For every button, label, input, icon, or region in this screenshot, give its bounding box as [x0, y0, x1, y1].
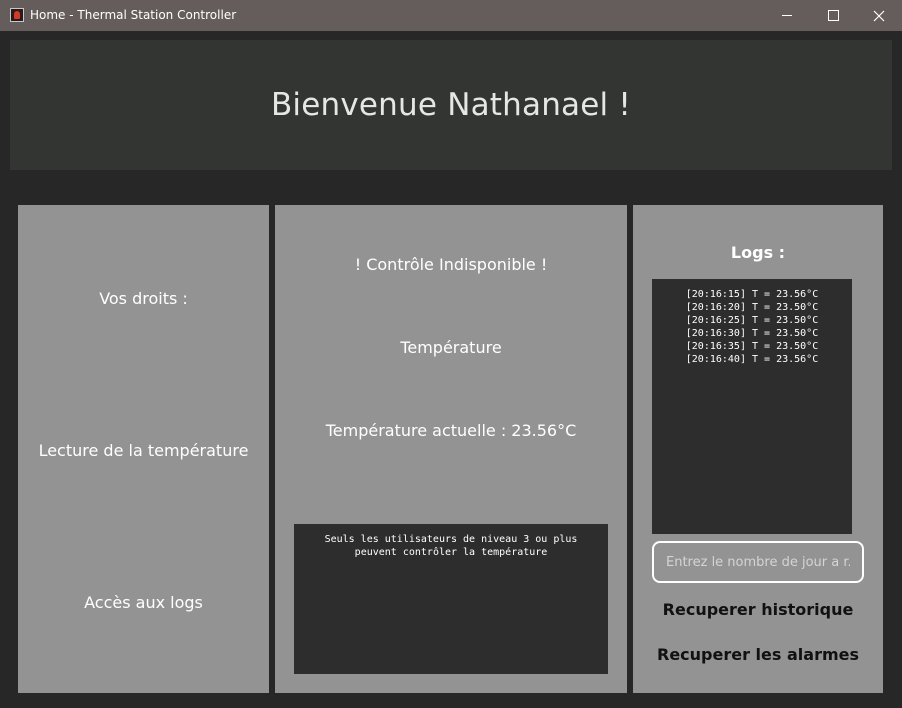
- fetch-history-button[interactable]: Recuperer historique: [633, 600, 883, 619]
- logs-title: Logs :: [730, 243, 786, 262]
- log-entry: [20:16:25] T = 23.50°C: [685, 315, 819, 326]
- welcome-heading: Bienvenue Nathanael !: [270, 87, 632, 123]
- permission-message-line: peuvent contrôler la température: [354, 547, 548, 558]
- logs-list[interactable]: [20:16:15] T = 23.56°C [20:16:20] T = 23…: [652, 279, 852, 534]
- logs-panel: Logs : [20:16:15] T = 23.56°C [20:16:20]…: [633, 205, 883, 693]
- control-status: ! Contrôle Indisponible !: [354, 255, 548, 274]
- rights-title: Vos droits :: [99, 289, 188, 308]
- right-item-temperature-read: Lecture de la température: [38, 441, 249, 460]
- minimize-icon: [782, 15, 792, 16]
- days-count-input[interactable]: [652, 541, 864, 583]
- close-button[interactable]: [856, 0, 902, 31]
- window-title: Home - Thermal Station Controller: [30, 8, 237, 22]
- rights-panel: Vos droits : Lecture de la température A…: [18, 205, 269, 693]
- temperature-section-title: Température: [400, 338, 502, 357]
- log-entry: [20:16:40] T = 23.56°C: [685, 354, 819, 365]
- log-entry: [20:16:20] T = 23.50°C: [685, 302, 819, 313]
- maximize-button[interactable]: [810, 0, 856, 31]
- control-panel: ! Contrôle Indisponible ! Température Te…: [275, 205, 627, 693]
- permission-message-box: Seuls les utilisateurs de niveau 3 ou pl…: [294, 524, 608, 674]
- permission-message-line: Seuls les utilisateurs de niveau 3 ou pl…: [324, 534, 578, 545]
- title-bar[interactable]: Home - Thermal Station Controller: [0, 0, 902, 31]
- fetch-alarms-button[interactable]: Recuperer les alarmes: [633, 645, 883, 664]
- app-thermometer-icon: [10, 8, 24, 22]
- log-entry: [20:16:35] T = 23.50°C: [685, 341, 819, 352]
- log-entry: [20:16:15] T = 23.56°C: [685, 289, 819, 300]
- log-entry: [20:16:30] T = 23.50°C: [685, 328, 819, 339]
- welcome-banner: Bienvenue Nathanael !: [10, 40, 892, 170]
- current-temperature: Température actuelle : 23.56°C: [325, 421, 577, 440]
- right-item-logs-access: Accès aux logs: [84, 593, 203, 612]
- app-window: Home - Thermal Station Controller Bienve…: [0, 0, 902, 708]
- maximize-icon: [827, 10, 839, 21]
- close-icon: [873, 10, 885, 21]
- minimize-button[interactable]: [764, 0, 810, 31]
